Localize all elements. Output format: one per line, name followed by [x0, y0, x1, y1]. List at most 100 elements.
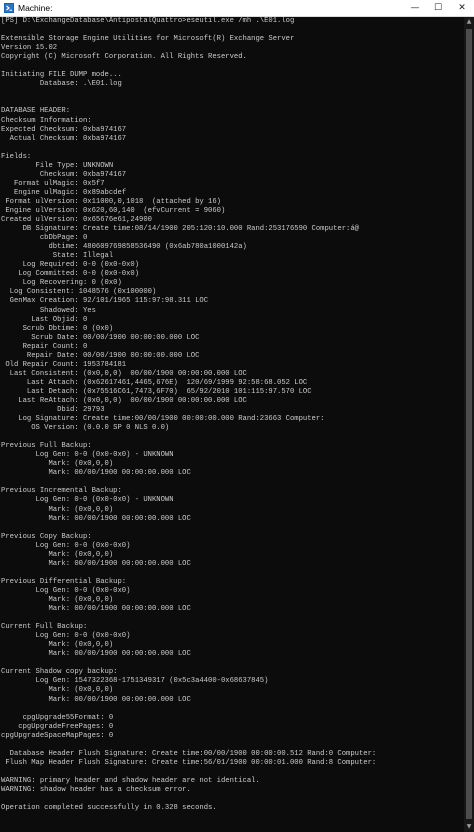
console-line: Log Gen: 0-0 (0x0-0x0): [1, 541, 131, 550]
console-line: Repair Date: 00/00/1900 00:00:00.000 LOC: [1, 351, 200, 360]
console-line: Log Gen: 0-0 (0x0-0x0) - UNKNOWN: [1, 496, 174, 505]
console-line: cpgUpgradeFreePages: 0: [1, 722, 114, 731]
scroll-up-arrow-icon[interactable]: ▲: [464, 17, 474, 27]
console-line: Log Gen: 1547322368-1751349317 (0x5c3a44…: [1, 677, 269, 686]
console-line: Previous Differential Backup:: [1, 577, 127, 586]
console-line: Mark: (0x0,0,0): [1, 596, 114, 604]
console-line: State: Illegal: [1, 252, 114, 261]
console-line: Operation completed successfully in 0.32…: [1, 804, 217, 813]
console-line: Previous Full Backup:: [1, 442, 92, 451]
console-line: WARNING: shadow header has a checksum er…: [1, 785, 191, 794]
console-line: Dbid: 29793: [1, 406, 105, 415]
console-line: Version 15.02: [1, 44, 58, 53]
console-line: DB Signature: Create time:08/14/1900 205…: [1, 225, 359, 234]
console-line: Mark: 00/00/1900 00:00:00.000 LOC: [1, 469, 191, 478]
console-line: Format ulMagic: 0x5f7: [1, 179, 105, 188]
console-line: Mark: 00/00/1900 00:00:00.000 LOC: [1, 605, 191, 614]
console-line: Checksum: 0xba974167: [1, 170, 127, 179]
console-line: cpgUpgrade55Format: 0: [1, 713, 114, 722]
console-line: Log Signature: Create time:00/00/1900 00…: [1, 415, 325, 424]
console-line: OS Version: (0.0.0 SP 0 NLS 0.0): [1, 424, 170, 433]
console-line: Log Gen: 0-0 (0x0-0x0) - UNKNOWN: [1, 451, 174, 460]
console-line: File Type: UNKNOWN: [1, 161, 114, 170]
console-line: Mark: 00/00/1900 00:00:00.000 LOC: [1, 559, 191, 568]
close-button[interactable]: ✕: [451, 0, 473, 16]
powershell-app-icon: [4, 3, 14, 13]
console-line: Expected Checksum: 0xba974167: [1, 125, 127, 134]
console-line: Last Consistent: (0x0,0,0) 00/00/1900 00…: [1, 369, 247, 378]
console-line: Repair Count: 0: [1, 342, 88, 351]
console-line: Old Repair Count: 1953784181: [1, 360, 127, 369]
console-line: Database Header Flush Signature: Create …: [1, 749, 377, 758]
console-line: Mark: 00/00/1900 00:00:00.000 LOC: [1, 514, 191, 523]
console-line: Copyright (C) Microsoft Corporation. All…: [1, 53, 247, 62]
console-line: dbtime: 480609769858536490 (0x6ab780a100…: [1, 243, 247, 252]
console-line: Engine ulVersion: 0x620,60,140 (efvCurre…: [1, 206, 226, 215]
console-line: Last Objid: 0: [1, 315, 88, 324]
console-line: WARNING: primary header and shadow heade…: [1, 776, 260, 785]
console-line: Extensible Storage Engine Utilities for …: [1, 35, 295, 44]
console-line: Format ulVersion: 0x11000,0,1018 (attach…: [1, 197, 221, 206]
console-line: Log Required: 0-0 (0x0-0x0): [1, 261, 140, 270]
console-output[interactable]: [PS] D:\ExchangeDatabase\AntipostalQuatt…: [1, 17, 463, 832]
console-line: Mark: (0x0,0,0): [1, 550, 114, 559]
console-line: Last ReAttach: (0x0,0,0) 00/00/1900 00:0…: [1, 396, 247, 405]
console-line: Flush Map Header Flush Signature: Create…: [1, 758, 377, 767]
console-line: Current Shadow copy backup:: [1, 668, 118, 677]
console-line: Scrub Dbtime: 0 (0x0): [1, 324, 114, 333]
console-prompt-line: [PS] D:\ExchangeDatabase\AntipostalQuatt…: [1, 17, 295, 25]
console-line: Mark: 00/00/1900 00:00:00.000 LOC: [1, 650, 191, 659]
powershell-window: Machine: — ☐ ✕ [PS] D:\ExchangeDatabase\…: [0, 0, 474, 832]
minimize-button[interactable]: —: [404, 0, 426, 16]
console-line: Mark: (0x0,0,0): [1, 641, 114, 650]
console-line: Log Gen: 0-0 (0x0-0x0): [1, 632, 131, 641]
console-line: Last Detach: (0x75516C61,7473,6F70) 65/9…: [1, 387, 312, 396]
console-line: Created ulVersion: 0x65676e61,24900: [1, 216, 152, 225]
console-line: Log Committed: 0-0 (0x0-0x0): [1, 270, 140, 279]
console-line: Current Full Backup:: [1, 623, 88, 632]
console-line: GenMax Creation: 92/101/1965 115:97:98.3…: [1, 297, 209, 306]
console-line: Engine ulMagic: 0x89abcdef: [1, 188, 127, 197]
scroll-down-arrow-icon[interactable]: ▼: [464, 822, 474, 832]
console-line: Log Recovering: 0 (0x0): [1, 279, 122, 288]
console-line: cbDbPage: 0: [1, 234, 88, 243]
console-line: Initiating FILE DUMP mode...: [1, 71, 122, 80]
console-line: Mark: (0x0,0,0): [1, 460, 114, 469]
window-title: Machine:: [18, 3, 53, 13]
scroll-thumb[interactable]: [466, 29, 472, 819]
console-line: Scrub Date: 00/00/1900 00:00:00.000 LOC: [1, 333, 200, 342]
vertical-scrollbar[interactable]: ▲ ▼: [464, 17, 474, 832]
console-line: DATABASE HEADER:: [1, 107, 71, 116]
console-line: Mark: (0x0,0,0): [1, 686, 114, 695]
console-line: Previous Incremental Backup:: [1, 487, 122, 496]
console-line: cpgUpgradeSpaceMapPages: 0: [1, 731, 114, 740]
console-line: Previous Copy Backup:: [1, 532, 92, 541]
console-line: Checksum Information:: [1, 116, 92, 125]
console-line: Actual Checksum: 0xba974167: [1, 134, 127, 143]
maximize-button[interactable]: ☐: [427, 0, 449, 16]
console-line: Last Attach: (0x62617461,4465,676E) 120/…: [1, 378, 308, 387]
title-bar[interactable]: Machine: — ☐ ✕: [0, 0, 474, 17]
console-line: Database: .\E01.log: [1, 80, 122, 89]
console-line: Fields:: [1, 152, 32, 161]
console-line: Mark: (0x0,0,0): [1, 505, 114, 514]
console-line: Log Gen: 0-0 (0x0-0x0): [1, 586, 131, 595]
console-line: Log Consistent: 1048576 (0x100000): [1, 288, 157, 297]
console-line: Shadowed: Yes: [1, 306, 96, 315]
console-line: Mark: 00/00/1900 00:00:00.000 LOC: [1, 695, 191, 704]
